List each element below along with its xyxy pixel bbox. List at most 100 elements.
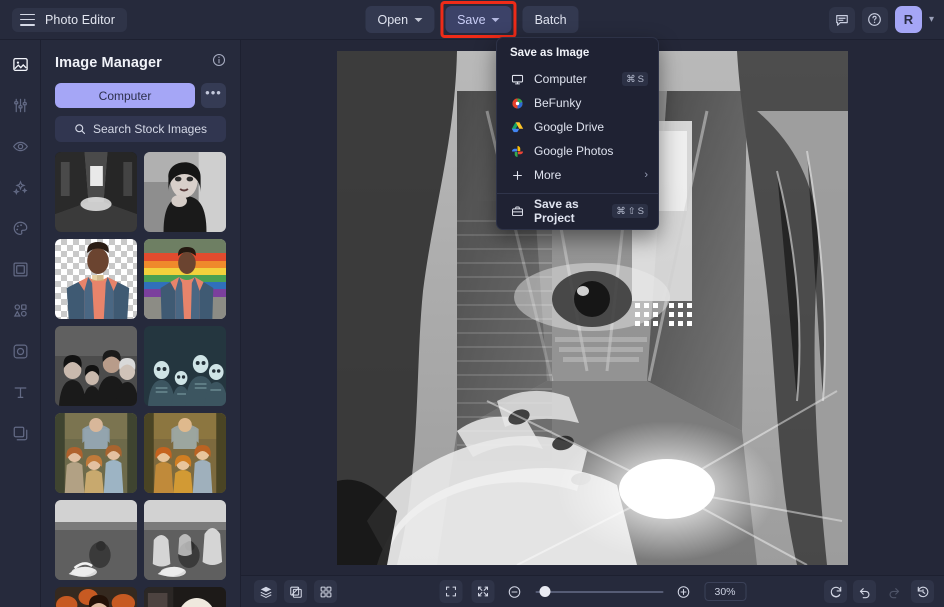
refresh-icon <box>829 585 843 599</box>
monitor-icon <box>510 73 525 86</box>
fullscreen-button[interactable] <box>439 580 462 603</box>
sidebar-item-graphics[interactable] <box>6 296 34 324</box>
batch-button-label: Batch <box>535 13 567 27</box>
chevron-down-icon <box>414 18 422 22</box>
thumb-kids-autumn-warm[interactable] <box>144 413 226 493</box>
grid-icon <box>319 585 333 599</box>
save-button-highlight: Save <box>440 1 517 38</box>
history-controls <box>824 580 934 603</box>
feedback-button[interactable] <box>829 7 855 33</box>
zoom-slider[interactable] <box>535 585 663 599</box>
info-circle-icon[interactable] <box>212 53 226 72</box>
sidebar-item-image[interactable] <box>6 50 34 78</box>
thumb-field-bw[interactable] <box>55 500 137 580</box>
thumb-man-rainbow-wall[interactable] <box>144 239 226 319</box>
menu-item-computer[interactable]: Computer ⌘ S <box>497 67 658 91</box>
fit-screen-button[interactable] <box>471 580 494 603</box>
batch-button[interactable]: Batch <box>523 6 579 33</box>
sidebar-item-text[interactable] <box>6 378 34 406</box>
avatar[interactable]: R <box>895 6 922 33</box>
thumb-dark-corridor[interactable] <box>55 152 137 232</box>
compare-button[interactable] <box>284 580 307 603</box>
menu-item-befunky-label: BeFunky <box>534 96 648 110</box>
search-stock-images-button[interactable]: Search Stock Images <box>55 116 226 142</box>
zoom-slider-knob[interactable] <box>539 586 550 597</box>
save-dropdown-menu: Save as Image Computer ⌘ S <box>496 37 659 230</box>
grid-button[interactable] <box>314 580 337 603</box>
hamburger-menu-icon[interactable] <box>20 14 35 26</box>
more-sources-button[interactable]: ••• <box>201 83 226 108</box>
shapes-icon <box>12 302 29 319</box>
shortcut-key-s: S <box>638 206 644 217</box>
menu-item-save-as-project[interactable]: Save as Project ⌘ ⇧ S <box>497 199 658 223</box>
page-title: Image Manager <box>55 55 162 71</box>
chevron-down-icon[interactable]: ▾ <box>929 14 934 25</box>
minus-circle-icon <box>508 585 522 599</box>
shortcut-key-cmd: ⌘ <box>626 74 636 85</box>
sidebar-item-touchup[interactable] <box>6 132 34 160</box>
zoom-controls: 30% <box>439 580 746 603</box>
zoom-level-value[interactable]: 30% <box>704 582 746 601</box>
thumb-kids-autumn[interactable] <box>55 413 137 493</box>
thumb-field-ghosts[interactable] <box>144 500 226 580</box>
sparkles-icon <box>12 179 29 196</box>
thumb-family-xray[interactable] <box>144 326 226 406</box>
overlay-icon <box>12 343 29 360</box>
image-manager-panel: Image Manager Computer ••• Search Stock … <box>41 40 241 607</box>
briefcase-icon <box>510 205 525 218</box>
top-right-controls: R ▾ <box>829 6 934 33</box>
shortcut-key-s: S <box>638 74 644 85</box>
zoom-slider-track <box>535 591 663 593</box>
menu-item-more-label: More <box>534 168 635 182</box>
plus-circle-icon <box>677 585 691 599</box>
reset-button[interactable] <box>824 580 847 603</box>
sidebar-item-effects[interactable] <box>6 173 34 201</box>
source-buttons: Computer ••• <box>41 72 240 108</box>
google-photos-icon <box>510 145 525 158</box>
save-button[interactable]: Save <box>445 6 512 33</box>
zoom-out-button[interactable] <box>503 580 526 603</box>
undo-button[interactable] <box>853 580 876 603</box>
befunky-logo-icon <box>510 97 525 110</box>
thumb-man-transparent-bg[interactable] <box>55 239 137 319</box>
thumb-skull[interactable] <box>144 587 226 607</box>
redo-button[interactable] <box>882 580 905 603</box>
sidebar-item-frames[interactable] <box>6 255 34 283</box>
image-icon <box>12 56 29 73</box>
menu-item-more[interactable]: More › <box>497 163 658 187</box>
file-actions: Open Save Batch <box>365 1 578 38</box>
menu-item-google-drive[interactable]: Google Drive <box>497 115 658 139</box>
menu-item-google-photos[interactable]: Google Photos <box>497 139 658 163</box>
thumb-family-bw[interactable] <box>55 326 137 406</box>
compare-icon <box>289 585 303 599</box>
text-icon <box>12 384 29 401</box>
thumb-pumpkins[interactable] <box>55 587 137 607</box>
open-button[interactable]: Open <box>365 6 434 33</box>
history-button[interactable] <box>911 580 934 603</box>
shrink-arrows-icon <box>476 585 489 598</box>
thumb-gothic-portrait[interactable] <box>144 152 226 232</box>
left-toolbar <box>0 40 41 607</box>
chat-bubble-icon <box>835 13 849 27</box>
save-menu-heading: Save as Image <box>497 45 658 67</box>
app-title: Photo Editor <box>45 13 115 27</box>
menu-item-save-as-project-label: Save as Project <box>534 197 603 225</box>
shortcut-key-cmd: ⌘ <box>616 206 626 217</box>
bottom-left-tools <box>254 580 337 603</box>
bottom-toolbar: 30% <box>241 575 944 607</box>
help-button[interactable] <box>862 7 888 33</box>
sidebar-item-artsy[interactable] <box>6 214 34 242</box>
sidebar-item-overlays[interactable] <box>6 337 34 365</box>
sidebar-item-layers[interactable] <box>6 419 34 447</box>
search-stock-images-label: Search Stock Images <box>93 122 207 136</box>
computer-upload-button[interactable]: Computer <box>55 83 195 108</box>
zoom-in-button[interactable] <box>672 580 695 603</box>
app-brand[interactable]: Photo Editor <box>12 8 127 32</box>
layers-button[interactable] <box>254 580 277 603</box>
layers-copy-icon <box>12 425 29 442</box>
sidebar-item-edit[interactable] <box>6 91 34 119</box>
menu-item-befunky[interactable]: BeFunky <box>497 91 658 115</box>
shortcut-key-shift: ⇧ <box>628 206 636 217</box>
shortcut-badge: ⌘ ⇧ S <box>612 204 648 218</box>
palette-icon <box>12 220 29 237</box>
